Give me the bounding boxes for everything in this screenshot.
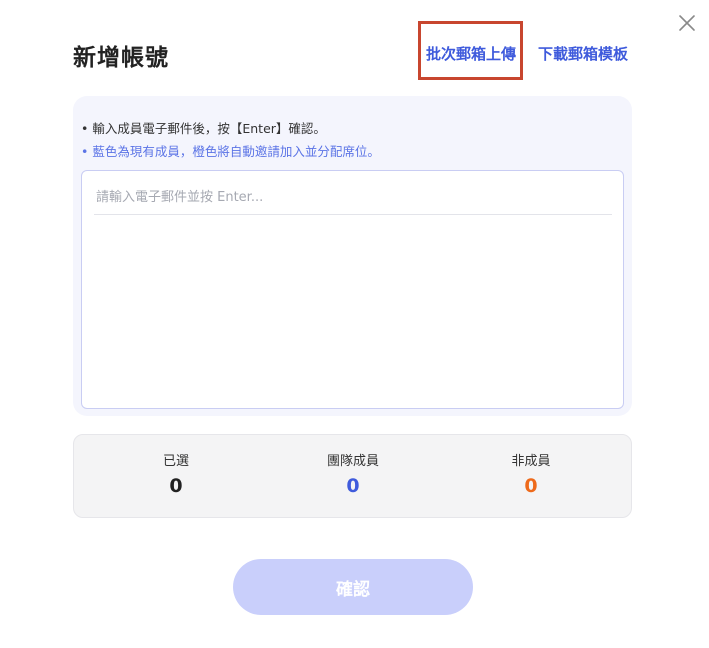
close-button[interactable] [677,13,697,33]
batch-upload-link[interactable]: 批次郵箱上傳 [426,43,516,64]
stat-label: 非成員 [511,454,551,469]
download-template-link[interactable]: 下載郵箱模板 [538,43,628,64]
add-account-dialog: 新增帳號 批次郵箱上傳 下載郵箱模板 • 輸入成員電子郵件後，按【Enter】確… [0,0,709,648]
close-icon [679,15,695,31]
stat-team-members: 團隊成員 0 [273,453,433,499]
selection-stats-panel: 已選 0 團隊成員 0 非成員 0 [73,434,632,518]
dialog-title: 新增帳號 [73,45,169,71]
color-legend-hint-text: • 藍色為現有成員，橙色將自動邀請加入並分配席位。 [81,144,380,159]
email-entry-area[interactable] [81,170,624,409]
stat-value: 0 [346,475,360,497]
stat-value: 0 [169,475,183,497]
stat-label: 已選 [162,454,189,469]
stat-non-members: 非成員 0 [451,453,611,499]
email-input-panel: • 輸入成員電子郵件後，按【Enter】確認。 • 藍色為現有成員，橙色將自動邀… [73,96,632,416]
email-input[interactable] [94,181,612,215]
stat-selected: 已選 0 [96,453,256,499]
confirm-button[interactable]: 確認 [233,559,473,615]
enter-hint-text: • 輸入成員電子郵件後，按【Enter】確認。 [81,121,326,136]
stat-value: 0 [524,475,538,497]
stat-label: 團隊成員 [326,454,379,469]
